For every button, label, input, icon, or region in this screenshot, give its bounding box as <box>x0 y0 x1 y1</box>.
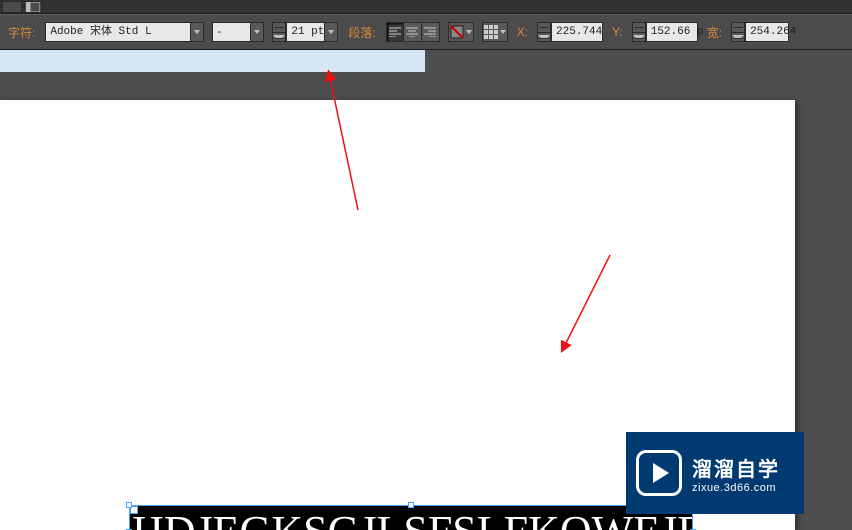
y-coord-field[interactable]: 152.66 p <box>646 22 698 42</box>
w-coord-spinner[interactable] <box>731 22 745 42</box>
watermark-brand: 溜溜自学 <box>692 453 780 482</box>
w-coord-field[interactable]: 254.264 <box>745 22 789 42</box>
text-content[interactable]: HDJEGKSGJLSFSLFKOWEJF <box>130 506 692 530</box>
y-coord-spinner[interactable] <box>632 22 646 42</box>
spin-down-icon[interactable] <box>538 33 550 42</box>
spin-down-icon[interactable] <box>732 33 744 42</box>
handle-icon[interactable] <box>126 502 132 508</box>
ruler-strip <box>0 50 425 72</box>
spin-down-icon[interactable] <box>633 33 645 42</box>
spin-up-icon[interactable] <box>538 23 550 33</box>
x-coord-spinner[interactable] <box>537 22 551 42</box>
spin-up-icon[interactable] <box>633 23 645 33</box>
y-coord-label: Y: <box>611 25 624 39</box>
align-right-button[interactable] <box>422 22 440 42</box>
spin-up-icon[interactable] <box>732 23 744 33</box>
paragraph-label: 段落: <box>346 24 377 41</box>
font-size-spinner[interactable] <box>272 22 286 42</box>
menubar <box>0 0 852 14</box>
font-family-value[interactable]: Adobe 宋体 Std L <box>45 22 190 42</box>
align-center-button[interactable] <box>404 22 422 42</box>
font-style-value[interactable]: - <box>212 22 250 42</box>
align-left-button[interactable] <box>386 22 404 42</box>
options-bar: 字符: Adobe 宋体 Std L - 21 pt 段落: <box>0 14 852 50</box>
document-area: HDJEGKSGJLSFSLFKOWEJF 溜溜自学 zixue.3d66.co… <box>0 50 852 530</box>
x-coord-label: X: <box>516 25 529 39</box>
font-style-dropdown[interactable]: - <box>212 22 264 42</box>
w-coord-label: 宽: <box>706 24 723 41</box>
x-coord-field[interactable]: 225.744 <box>551 22 603 42</box>
align-group <box>386 22 440 42</box>
panel-toggle-icon[interactable] <box>24 1 42 13</box>
fill-dropdown-button[interactable] <box>448 22 474 42</box>
handle-icon[interactable] <box>408 502 414 508</box>
font-style-drop-icon[interactable] <box>250 22 264 42</box>
text-frame[interactable]: HDJEGKSGJLSFSLFKOWEJF <box>129 505 693 530</box>
font-size-up-icon[interactable] <box>273 23 285 33</box>
font-size-down-icon[interactable] <box>273 33 285 42</box>
grid-options-button[interactable] <box>482 22 508 42</box>
watermark: 溜溜自学 zixue.3d66.com <box>626 432 804 514</box>
font-size-value[interactable]: 21 pt <box>286 22 324 42</box>
font-size-drop-icon[interactable] <box>324 22 338 42</box>
font-family-dropdown[interactable]: Adobe 宋体 Std L <box>45 22 204 42</box>
play-icon <box>636 450 682 496</box>
watermark-url: zixue.3d66.com <box>692 482 780 494</box>
menu-placeholder[interactable] <box>2 1 22 13</box>
character-label: 字符: <box>6 24 37 41</box>
font-size-dropdown[interactable]: 21 pt <box>286 22 338 42</box>
font-family-drop-icon[interactable] <box>190 22 204 42</box>
